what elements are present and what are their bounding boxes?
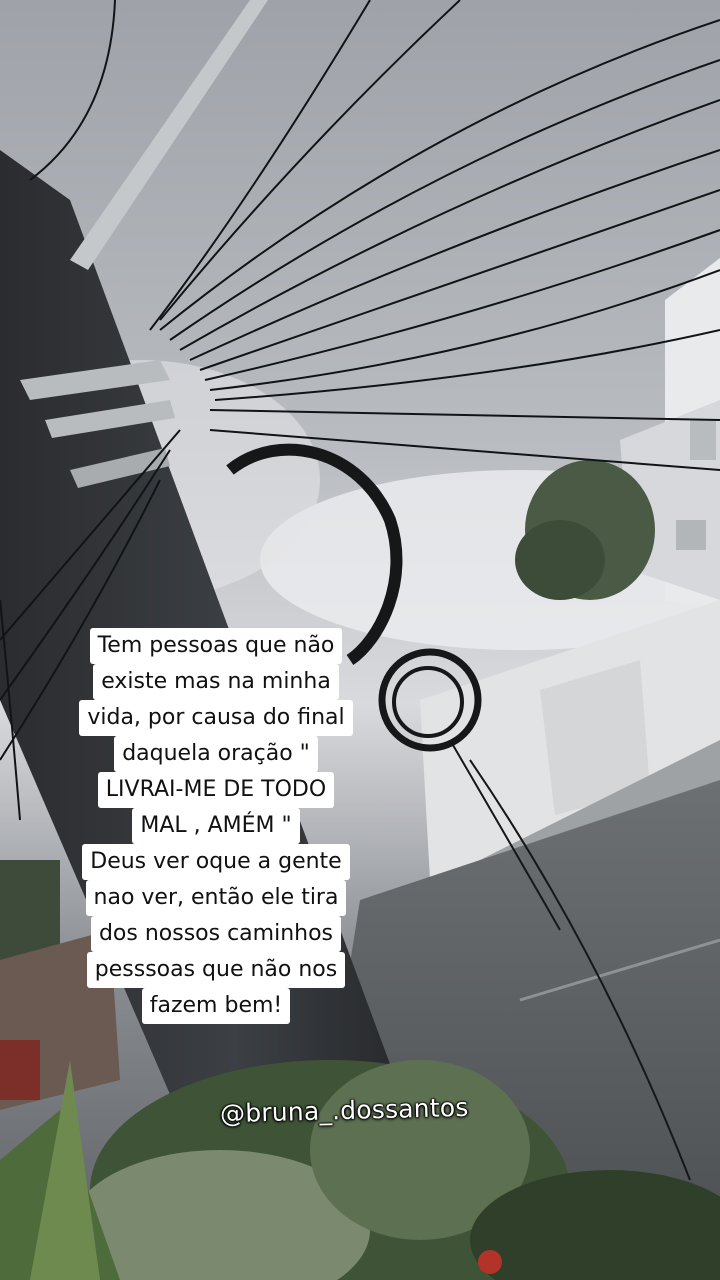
caption-line: MAL , AMÉM " [132,808,300,844]
caption-line: LIVRAI-ME DE TODO [97,772,335,808]
caption-line: Tem pessoas que não [89,628,343,664]
story-caption: Tem pessoas que não existe mas na minha … [56,628,376,1024]
caption-line: daquela oração " [114,736,318,772]
caption-line: Deus ver oque a gente [82,844,350,880]
caption-line: vida, por causa do final [79,700,353,736]
caption-line: nao ver, então ele tira [85,880,347,916]
caption-line: existe mas na minha [93,664,339,700]
caption-line: pesssoas que não nos [86,952,346,988]
caption-line: dos nossos caminhos [90,916,342,952]
caption-line: fazem bem! [141,988,291,1024]
